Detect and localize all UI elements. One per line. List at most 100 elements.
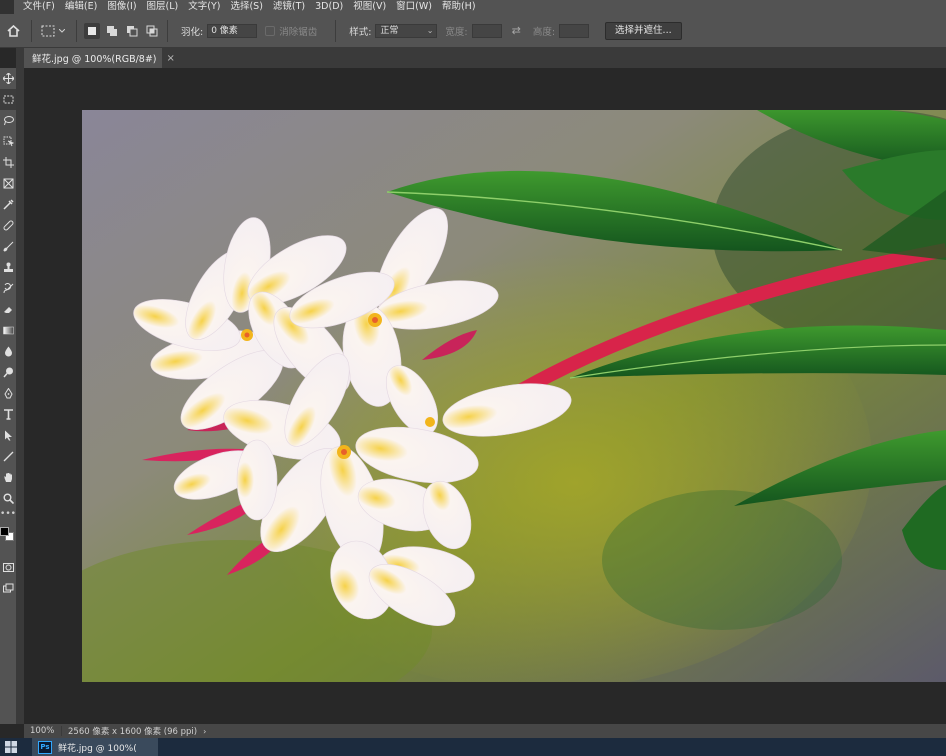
object-select-tool[interactable]: [0, 131, 16, 152]
object-select-icon: [3, 136, 14, 147]
frame-tool[interactable]: [0, 173, 16, 194]
feather-input[interactable]: 0 像素: [207, 23, 258, 38]
status-bar: 100% 2560 像素 x 1600 像素 (96 ppi) ›: [24, 724, 946, 738]
eraser-tool[interactable]: [0, 299, 16, 320]
menu-type[interactable]: 文字(Y): [183, 0, 225, 14]
style-select[interactable]: 正常 ⌄: [375, 23, 438, 38]
tool-preset-picker[interactable]: [37, 20, 71, 42]
document-image[interactable]: [82, 110, 946, 682]
width-label: 宽度:: [445, 26, 468, 38]
frame-icon: [3, 178, 13, 189]
document-info: 2560 像素 x 1600 像素 (96 ppi): [68, 727, 198, 737]
menu-file[interactable]: 文件(F): [18, 0, 60, 14]
intersect-selection-button[interactable]: [144, 23, 160, 39]
menu-edit[interactable]: 编辑(E): [60, 0, 102, 14]
type-tool[interactable]: [0, 404, 16, 425]
intersect-selection-icon: [146, 25, 158, 36]
select-and-mask-button[interactable]: 选择并遮住...: [605, 21, 682, 40]
close-icon[interactable]: ×: [167, 53, 175, 64]
clone-stamp-tool[interactable]: [0, 257, 16, 278]
eraser-icon: [3, 307, 12, 313]
menu-3d[interactable]: 3D(D): [310, 0, 348, 14]
subtract-selection-icon: [127, 25, 138, 36]
arrow-cursor-icon: [4, 430, 12, 441]
brush-tool[interactable]: [0, 236, 16, 257]
home-icon: [6, 24, 20, 37]
eyedropper-tool[interactable]: [0, 194, 16, 215]
os-taskbar: Ps 鲜花.jpg @ 100%(: [0, 738, 946, 756]
more-tools-icon[interactable]: •••: [0, 509, 16, 523]
move-tool[interactable]: [0, 68, 16, 89]
hand-tool[interactable]: [0, 467, 16, 488]
swap-icon[interactable]: ⇄: [512, 24, 521, 37]
options-separator: [31, 19, 32, 42]
style-label: 样式:: [349, 26, 372, 38]
subtract-selection-button[interactable]: [124, 23, 140, 39]
antialias-checkbox[interactable]: [265, 25, 276, 36]
color-swatches[interactable]: [0, 523, 16, 557]
screen-mode-icon: [2, 583, 13, 593]
quick-mask-icon: [2, 563, 14, 572]
menu-window[interactable]: 窗口(W): [391, 0, 437, 14]
menu-layer[interactable]: 图层(L): [142, 0, 184, 14]
quick-mask-button[interactable]: [0, 557, 16, 578]
gradient-tool[interactable]: [0, 320, 16, 341]
drop-icon: [4, 346, 12, 357]
menu-image[interactable]: 图像(I): [102, 0, 141, 14]
move-icon: [2, 73, 14, 84]
chevron-right-icon[interactable]: ›: [203, 727, 206, 736]
taskbar-item-label: 鲜花.jpg @ 100%(: [58, 743, 137, 754]
style-select-value: 正常: [380, 25, 399, 36]
rect-marquee-icon: [41, 25, 55, 36]
app-logo: [0, 0, 14, 14]
canvas-area[interactable]: [24, 68, 946, 724]
document-tab-title: 鲜花.jpg @ 100%(RGB/8#): [32, 54, 157, 65]
add-selection-icon: [107, 25, 117, 36]
foreground-color-swatch[interactable]: [0, 527, 9, 536]
pen-icon: [3, 388, 13, 399]
menu-filter[interactable]: 滤镜(T): [268, 0, 310, 14]
brush-icon: [3, 241, 13, 252]
stamp-icon: [3, 262, 13, 272]
pen-tool[interactable]: [0, 383, 16, 404]
marquee-tool[interactable]: [0, 89, 16, 110]
photoshop-icon: Ps: [38, 740, 52, 754]
path-selection-tool[interactable]: [0, 425, 16, 446]
hand-icon: [4, 473, 12, 482]
add-selection-button[interactable]: [104, 23, 120, 39]
new-selection-button[interactable]: [84, 22, 100, 39]
height-input[interactable]: [559, 23, 590, 38]
zoom-level[interactable]: 100%: [24, 726, 62, 736]
blur-tool[interactable]: [0, 341, 16, 362]
line-tool[interactable]: [0, 446, 16, 467]
eyedropper-icon: [2, 199, 14, 210]
crop-tool[interactable]: [0, 152, 16, 173]
dodge-icon: [2, 367, 13, 378]
panel-gutter: [16, 48, 24, 724]
rect-marquee-icon: [3, 95, 13, 104]
options-separator: [167, 19, 168, 42]
bandage-icon: [3, 220, 13, 231]
zoom-tool[interactable]: [0, 488, 16, 509]
history-brush-tool[interactable]: [0, 278, 16, 299]
chevron-down-icon: [59, 28, 65, 33]
healing-brush-tool[interactable]: [0, 215, 16, 236]
windows-start-icon[interactable]: [4, 740, 18, 754]
crop-icon: [2, 157, 14, 168]
width-input[interactable]: [471, 23, 502, 38]
tools-panel: •••: [0, 68, 16, 724]
document-tab[interactable]: 鲜花.jpg @ 100%(RGB/8#) ×: [24, 48, 175, 68]
home-button[interactable]: [0, 24, 26, 37]
menu-select[interactable]: 选择(S): [225, 0, 267, 14]
taskbar-photoshop-item[interactable]: Ps 鲜花.jpg @ 100%(: [32, 738, 158, 756]
dodge-tool[interactable]: [0, 362, 16, 383]
menu-help[interactable]: 帮助(H): [437, 0, 481, 14]
menu-view[interactable]: 视图(V): [348, 0, 391, 14]
feather-label: 羽化:: [181, 26, 204, 38]
lasso-tool[interactable]: [0, 110, 16, 131]
height-label: 高度:: [532, 26, 556, 38]
options-bar: 羽化: 0 像素 消除锯齿 样式: 正常 ⌄ 宽度: ⇄ 高度: 选择并遮住..…: [0, 14, 946, 48]
antialias-label: 消除锯齿: [279, 26, 318, 38]
document-tab-bar: 鲜花.jpg @ 100%(RGB/8#) ×: [24, 48, 946, 68]
screen-mode-button[interactable]: [0, 578, 16, 599]
